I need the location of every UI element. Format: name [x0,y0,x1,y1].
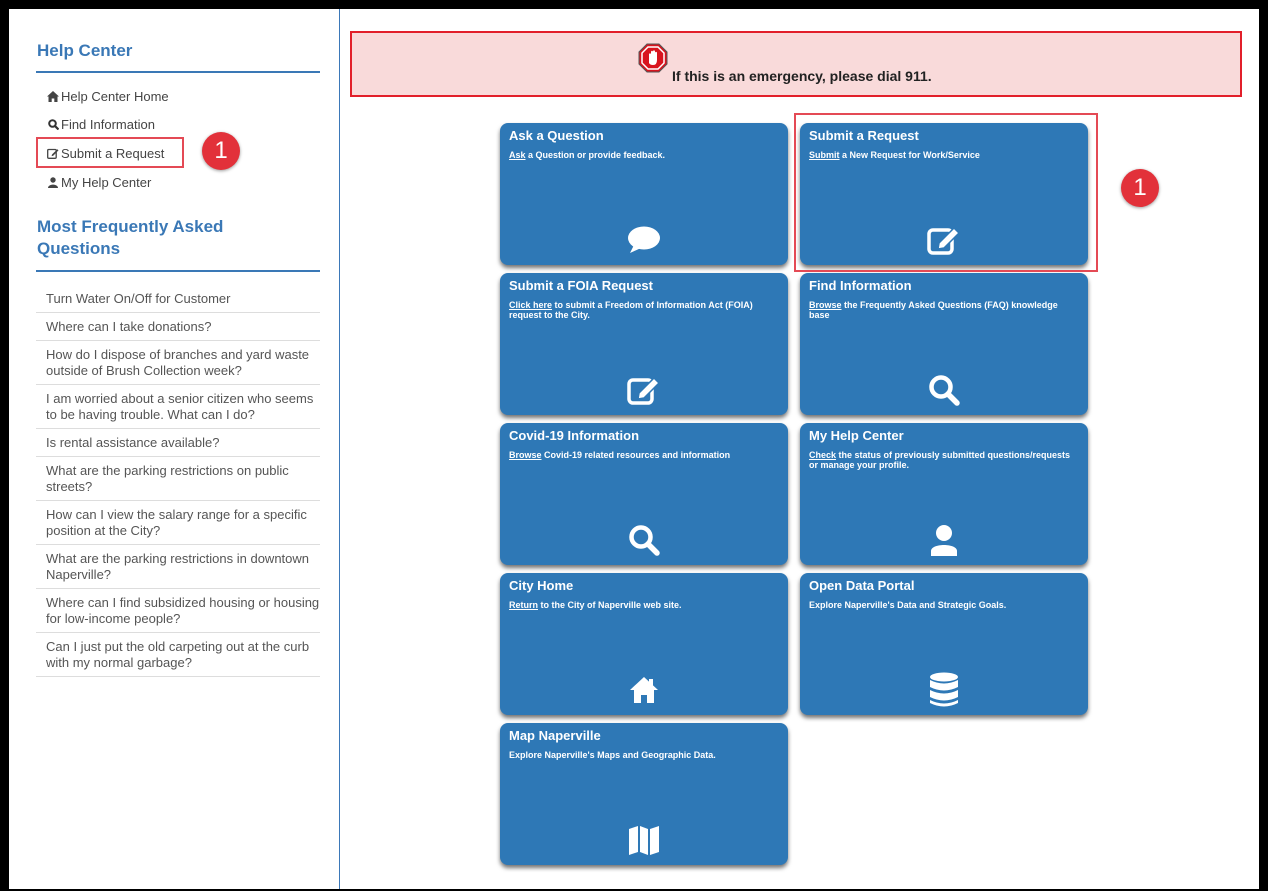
page-frame: Help Center Help Center Home Find Inform… [9,9,1259,889]
sidebar-item-my-help-center[interactable]: My Help Center [47,175,151,190]
faq-link[interactable]: What are the parking restrictions in dow… [36,545,320,589]
sidebar-item-label: My Help Center [61,175,152,190]
tile-title: Open Data Portal [809,578,915,593]
emergency-alert: If this is an emergency, please dial 911… [350,31,1242,97]
tile-find-information[interactable]: Find Information Browse the Frequently A… [800,273,1088,415]
faq-link[interactable]: How do I dispose of branches and yard wa… [36,341,320,385]
faq-heading: Most Frequently Asked Questions [37,217,224,258]
tile-link[interactable]: Check [809,450,836,460]
faq-link[interactable]: Turn Water On/Off for Customer [36,285,320,313]
tile-submit-a-foia-request[interactable]: Submit a FOIA Request Click here to subm… [500,273,788,415]
tile-city-home[interactable]: City Home Return to the City of Napervil… [500,573,788,715]
database-icon [800,672,1088,707]
tile-title: Ask a Question [509,128,604,143]
search-icon [500,523,788,557]
sidebar-item-label: Find Information [61,117,155,132]
tile-link[interactable]: Return [509,600,538,610]
annotation-badge: 1 [1121,169,1159,207]
emergency-alert-text: If this is an emergency, please dial 911… [672,68,932,84]
highlight-box-submit-request-tile [794,113,1098,272]
sidebar-item-find-information[interactable]: Find Information [47,117,155,132]
sidebar-item-label: Help Center Home [61,89,169,104]
tile-title: City Home [509,578,574,593]
faq-link[interactable]: Where can I find subsidized housing or h… [36,589,320,633]
faq-link[interactable]: How can I view the salary range for a sp… [36,501,320,545]
comment-icon [500,223,788,257]
tile-description: Explore Naperville's Maps and Geographic… [509,750,716,760]
tile-title: Submit a FOIA Request [509,278,653,293]
stop-hand-icon [638,43,668,73]
tile-description: Browse the Frequently Asked Questions (F… [809,300,1058,320]
faq-link[interactable]: I am worried about a senior citizen who … [36,385,320,429]
map-icon [500,823,788,857]
faq-link[interactable]: Is rental assistance available? [36,429,320,457]
tile-description: Browse Covid-19 related resources and in… [509,450,731,460]
faq-link[interactable]: Can I just put the old carpeting out at … [36,633,320,677]
highlight-box-submit-request [36,137,184,168]
tile-link[interactable]: Ask [509,150,526,160]
edit-icon [500,373,788,407]
annotation-badge: 1 [202,132,240,170]
tile-link[interactable]: Click here [509,300,552,310]
tile-description: Explore Naperville's Data and Strategic … [809,600,1007,610]
sidebar-item-help-center-home[interactable]: Help Center Home [47,89,169,104]
home-icon [47,91,59,103]
tile-title: Covid-19 Information [509,428,640,443]
tile-map-naperville[interactable]: Map Naperville Explore Naperville's Maps… [500,723,788,865]
tile-my-help-center[interactable]: My Help Center Check the status of previ… [800,423,1088,565]
sidebar: Help Center Help Center Home Find Inform… [9,9,340,889]
divider [36,270,320,272]
tile-title: Find Information [809,278,912,293]
tile-title: Map Naperville [509,728,601,743]
user-icon [800,523,1088,557]
divider [36,71,320,73]
home-icon [500,673,788,707]
tile-open-data-portal[interactable]: Open Data Portal Explore Naperville's Da… [800,573,1088,715]
sidebar-title: Help Center [37,41,133,60]
faq-link[interactable]: What are the parking restrictions on pub… [36,457,320,501]
tile-link[interactable]: Browse [509,450,542,460]
faq-list: Turn Water On/Off for Customer Where can… [36,285,320,677]
tile-ask-a-question[interactable]: Ask a Question Ask a Question or provide… [500,123,788,265]
search-icon [800,373,1088,407]
user-icon [47,177,59,189]
search-icon [47,119,59,131]
tile-title: My Help Center [809,428,904,443]
tile-description: Ask a Question or provide feedback. [509,150,666,160]
faq-link[interactable]: Where can I take donations? [36,313,320,341]
tile-covid-19-information[interactable]: Covid-19 Information Browse Covid-19 rel… [500,423,788,565]
tile-description: Click here to submit a Freedom of Inform… [509,300,753,320]
tile-description: Check the status of previously submitted… [809,450,1071,470]
tile-link[interactable]: Browse [809,300,842,310]
tile-description: Return to the City of Naperville web sit… [509,600,682,610]
